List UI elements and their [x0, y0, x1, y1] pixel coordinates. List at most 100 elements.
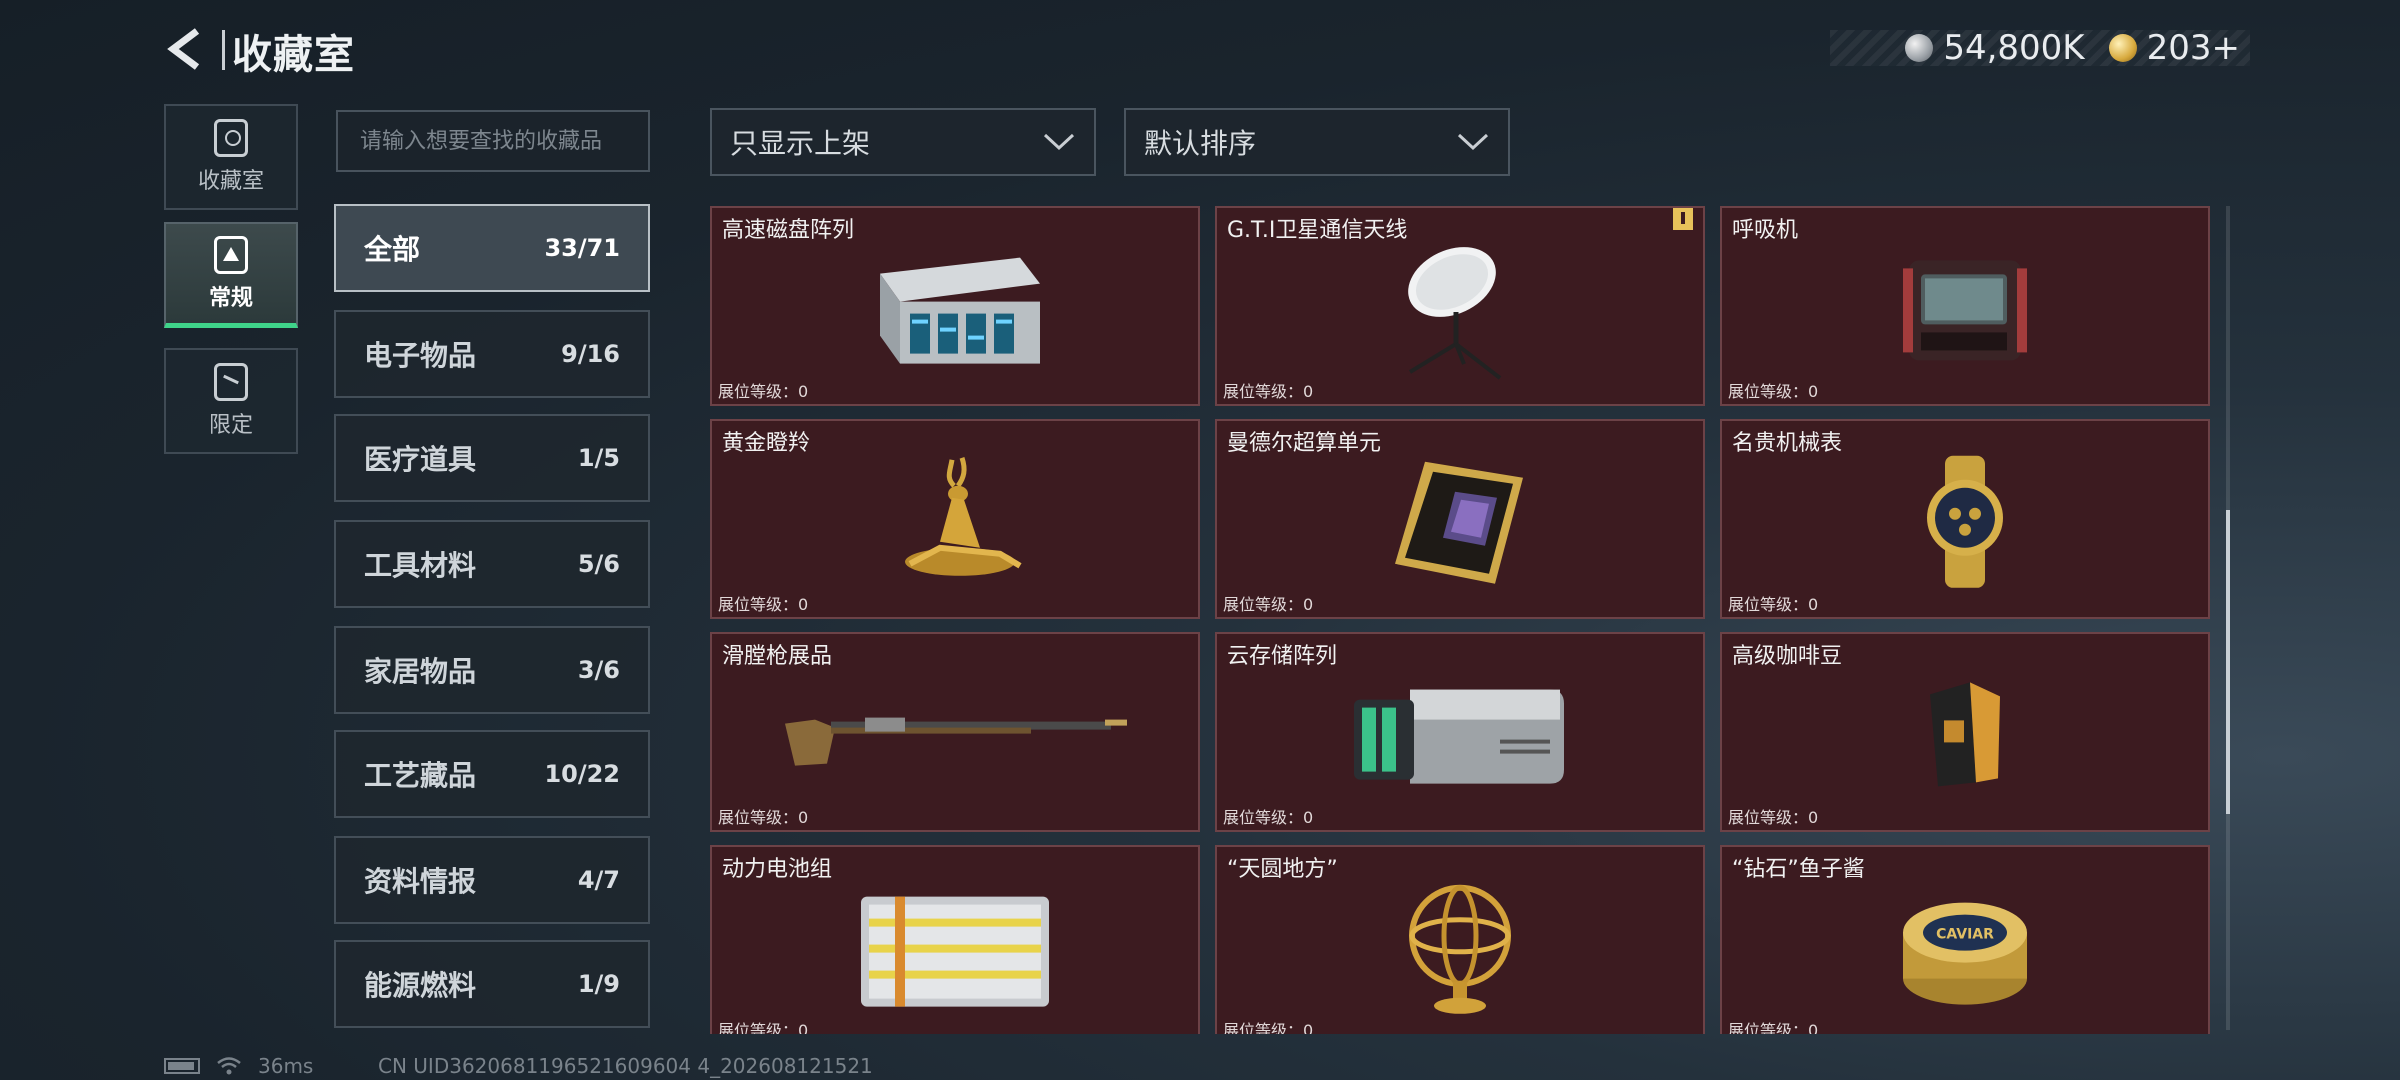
cloud-storage-icon — [1354, 689, 1564, 784]
side-tab-label: 常规 — [208, 285, 253, 311]
category-all[interactable]: 全部 33/71 — [334, 204, 650, 292]
item-level: 展位等级：0 — [1223, 595, 1314, 614]
satellite-dish-icon — [1408, 247, 1502, 380]
category-crafts[interactable]: 工艺藏品 10/22 — [334, 730, 650, 818]
side-tab-label: 限定 — [208, 413, 253, 438]
item-name: “天圆地方” — [1227, 857, 1338, 882]
item-level: 展位等级：0 — [718, 808, 809, 827]
item-name: 呼吸机 — [1732, 218, 1799, 243]
search-input[interactable] — [336, 110, 650, 172]
dropdown-value: 只显示上架 — [730, 127, 871, 160]
collection-grid[interactable]: 高速磁盘阵列 展位等级：0 G.T.I卫星通信天线 展位等级：0 呼吸机 展位等… — [710, 206, 2220, 1034]
wifi-icon — [217, 1057, 241, 1075]
item-name: 云存储阵列 — [1227, 644, 1338, 669]
item-level: 展位等级：0 — [1728, 382, 1819, 401]
svg-text:CAVIAR: CAVIAR — [1936, 927, 1994, 943]
item-card-supercomputer-unit[interactable]: 曼德尔超算单元 展位等级：0 — [1215, 419, 1705, 619]
side-tab-collection-room[interactable]: 收藏室 — [164, 104, 298, 210]
chevron-down-icon — [1043, 133, 1075, 151]
battery-icon — [164, 1058, 200, 1074]
item-level: 展位等级：0 — [718, 382, 809, 401]
golden-gazelle-icon — [905, 457, 1022, 576]
side-tab-regular[interactable]: 常规 — [164, 222, 298, 328]
regular-icon — [214, 235, 248, 274]
item-name: 名贵机械表 — [1732, 431, 1843, 456]
item-name: 高级咖啡豆 — [1732, 644, 1843, 669]
category-name: 工具材料 — [364, 549, 477, 582]
category-tools[interactable]: 工具材料 5/6 — [334, 520, 650, 608]
side-tab-label: 收藏室 — [197, 169, 264, 194]
item-level: 展位等级：0 — [1223, 382, 1314, 401]
side-tab-limited[interactable]: 限定 — [164, 348, 298, 454]
item-card-musket[interactable]: 滑膛枪展品 展位等级：0 — [710, 632, 1200, 832]
category-count: 9/16 — [561, 340, 620, 368]
item-level: 展位等级：0 — [1728, 1021, 1819, 1034]
item-card-armillary-sphere[interactable]: “天圆地方” 展位等级：0 — [1215, 845, 1705, 1034]
item-card-mechanical-watch[interactable]: 名贵机械表 展位等级：0 — [1720, 419, 2210, 619]
silver-currency-value: 54,800K — [1943, 28, 2085, 68]
category-name: 电子物品 — [364, 339, 477, 372]
item-name: “钻石”鱼子酱 — [1732, 857, 1865, 882]
category-name: 医疗道具 — [364, 443, 477, 476]
mechanical-watch-icon — [1927, 455, 2003, 588]
ping-value: 36ms — [258, 1054, 314, 1078]
item-level: 展位等级：0 — [1223, 808, 1314, 827]
item-name: 曼德尔超算单元 — [1227, 431, 1382, 456]
category-name: 资料情报 — [364, 865, 477, 898]
status-bar: 36ms — [164, 1054, 313, 1078]
chevron-down-icon — [1457, 133, 1489, 151]
category-count: 4/7 — [577, 866, 620, 894]
dropdown-value: 默认排序 — [1144, 127, 1257, 160]
title-separator — [222, 30, 225, 70]
item-name: G.T.I卫星通信天线 — [1227, 218, 1408, 243]
disk-array-icon — [880, 257, 1040, 364]
item-card-disk-array[interactable]: 高速磁盘阵列 展位等级：0 — [710, 206, 1200, 406]
category-household[interactable]: 家居物品 3/6 — [334, 626, 650, 714]
item-card-ventilator[interactable]: 呼吸机 展位等级：0 — [1720, 206, 2210, 406]
collection-room-icon — [214, 119, 248, 157]
limited-icon — [214, 363, 248, 401]
battery-pack-icon — [861, 896, 1049, 1007]
musket-icon — [785, 717, 1127, 766]
item-name: 高速磁盘阵列 — [722, 218, 855, 243]
item-card-caviar[interactable]: “钻石”鱼子酱 CAVIAR 展位等级：0 — [1720, 845, 2210, 1034]
grid-scroll-thumb[interactable] — [2226, 510, 2230, 814]
ventilator-icon — [1903, 260, 2027, 361]
item-card-cloud-storage[interactable]: 云存储阵列 展位等级：0 — [1215, 632, 1705, 832]
page-title: 收藏室 — [232, 32, 355, 78]
category-intel[interactable]: 资料情报 4/7 — [334, 836, 650, 924]
item-name: 滑膛枪展品 — [722, 644, 833, 669]
category-count: 33/71 — [544, 234, 620, 262]
category-count: 1/5 — [577, 444, 620, 472]
item-name: 动力电池组 — [722, 857, 833, 882]
category-count: 10/22 — [544, 760, 620, 788]
item-card-golden-gazelle[interactable]: 黄金瞪羚 展位等级：0 — [710, 419, 1200, 619]
category-electronics[interactable]: 电子物品 9/16 — [334, 310, 650, 398]
uid-text: CN UID3620681196521609604 4_202608121521 — [378, 1054, 873, 1078]
item-card-satellite-antenna[interactable]: G.T.I卫星通信天线 展位等级：0 — [1215, 206, 1705, 406]
item-level: 展位等级：0 — [1223, 1021, 1314, 1034]
item-name: 黄金瞪羚 — [722, 431, 811, 456]
category-count: 5/6 — [577, 550, 620, 578]
category-name: 工艺藏品 — [364, 759, 477, 792]
coffee-bean-bag-icon — [1930, 682, 2000, 787]
armillary-sphere-icon — [1409, 884, 1511, 1014]
item-level: 展位等级：0 — [1728, 808, 1819, 827]
category-name: 家居物品 — [364, 655, 477, 688]
category-count: 3/6 — [577, 656, 620, 684]
category-energy[interactable]: 能源燃料 1/9 — [334, 940, 650, 1028]
item-level: 展位等级：0 — [1728, 595, 1819, 614]
silver-coin-icon — [1905, 34, 1934, 62]
back-button[interactable] — [160, 26, 210, 72]
sort-dropdown[interactable]: 默认排序 — [1124, 108, 1510, 176]
gold-currency-value[interactable]: 203+ — [2147, 28, 2240, 68]
item-level: 展位等级：0 — [718, 1021, 809, 1034]
item-card-battery-pack[interactable]: 动力电池组 展位等级：0 — [710, 845, 1200, 1034]
gold-coin-icon — [2108, 34, 2137, 62]
show-filter-dropdown[interactable]: 只显示上架 — [710, 108, 1096, 176]
category-medical[interactable]: 医疗道具 1/5 — [334, 414, 650, 502]
item-card-coffee-beans[interactable]: 高级咖啡豆 展位等级：0 — [1720, 632, 2210, 832]
supercomputer-unit-icon — [1395, 461, 1523, 584]
currency-bar: 54,800K 203+ — [1830, 28, 2250, 68]
category-name: 能源燃料 — [364, 969, 477, 1002]
